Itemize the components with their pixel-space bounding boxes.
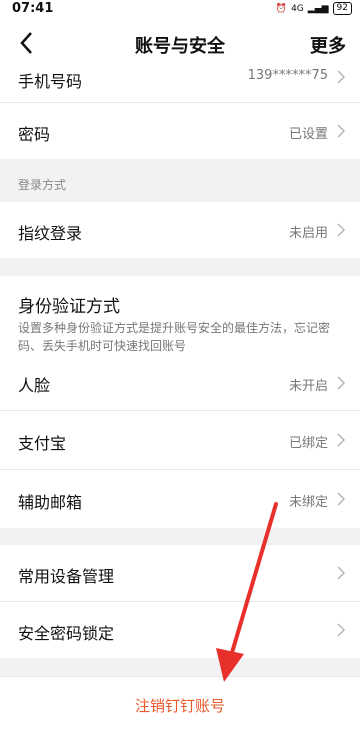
chevron-right-icon [337, 124, 346, 138]
fingerprint-label: 指纹登录 [18, 224, 83, 243]
cancel-account-button[interactable]: 注销钉钉账号 [0, 676, 360, 732]
more-button[interactable]: 更多 [310, 32, 346, 58]
security-lock-label: 安全密码锁定 [18, 624, 115, 643]
phone-value: 139******75 [247, 68, 328, 83]
phone-label: 手机号码 [18, 72, 83, 91]
section-login-method: 登录方式 [18, 178, 67, 192]
chevron-right-icon [337, 433, 346, 447]
email-label: 辅助邮箱 [18, 493, 83, 512]
security-lock-row[interactable]: 安全密码锁定 [0, 602, 360, 658]
face-label: 人脸 [18, 376, 51, 395]
signal-icon: ▂▄▆ [307, 3, 329, 14]
face-row[interactable]: 人脸 未开启 [0, 358, 360, 410]
face-value: 未开启 [288, 379, 328, 394]
identity-description: 设置多种身份验证方式是提升账号安全的最佳方法，忘记密码、丢失手机时可快速找回账号 [18, 321, 331, 353]
chevron-right-icon [337, 70, 346, 84]
nav-bar: 账号与安全 更多 [0, 20, 360, 66]
status-icons: ⏰ 4G ▂▄▆ 92 [276, 2, 352, 15]
devices-label: 常用设备管理 [18, 567, 115, 586]
identity-section: 身份验证方式 设置多种身份验证方式是提升账号安全的最佳方法，忘记密码、丢失手机时… [0, 276, 360, 358]
phone-row[interactable]: 手机号码 139******75 [0, 66, 360, 102]
status-time: 07:41 [12, 1, 54, 16]
chevron-right-icon [337, 223, 346, 237]
devices-row[interactable]: 常用设备管理 [0, 545, 360, 601]
alarm-icon: ⏰ [275, 3, 288, 14]
battery-level: 92 [332, 2, 352, 15]
fingerprint-row[interactable]: 指纹登录 未启用 [0, 202, 360, 258]
status-bar: 07:41 ⏰ 4G ▂▄▆ 92 [0, 0, 360, 20]
password-value: 已设置 [288, 127, 328, 142]
alipay-label: 支付宝 [18, 434, 67, 453]
fingerprint-value: 未启用 [288, 226, 328, 241]
cancel-account-label: 注销钉钉账号 [134, 697, 225, 715]
chevron-right-icon [337, 623, 346, 637]
password-label: 密码 [18, 125, 51, 144]
network-label: 4G [291, 3, 304, 14]
chevron-right-icon [337, 376, 346, 390]
email-value: 未绑定 [288, 495, 328, 510]
identity-title: 身份验证方式 [18, 297, 120, 317]
chevron-right-icon [337, 566, 346, 580]
email-row[interactable]: 辅助邮箱 未绑定 [0, 470, 360, 528]
alipay-value: 已绑定 [288, 436, 328, 451]
chevron-right-icon [337, 492, 346, 506]
page-title: 账号与安全 [135, 36, 225, 57]
alipay-row[interactable]: 支付宝 已绑定 [0, 411, 360, 469]
password-row[interactable]: 密码 已设置 [0, 103, 360, 159]
